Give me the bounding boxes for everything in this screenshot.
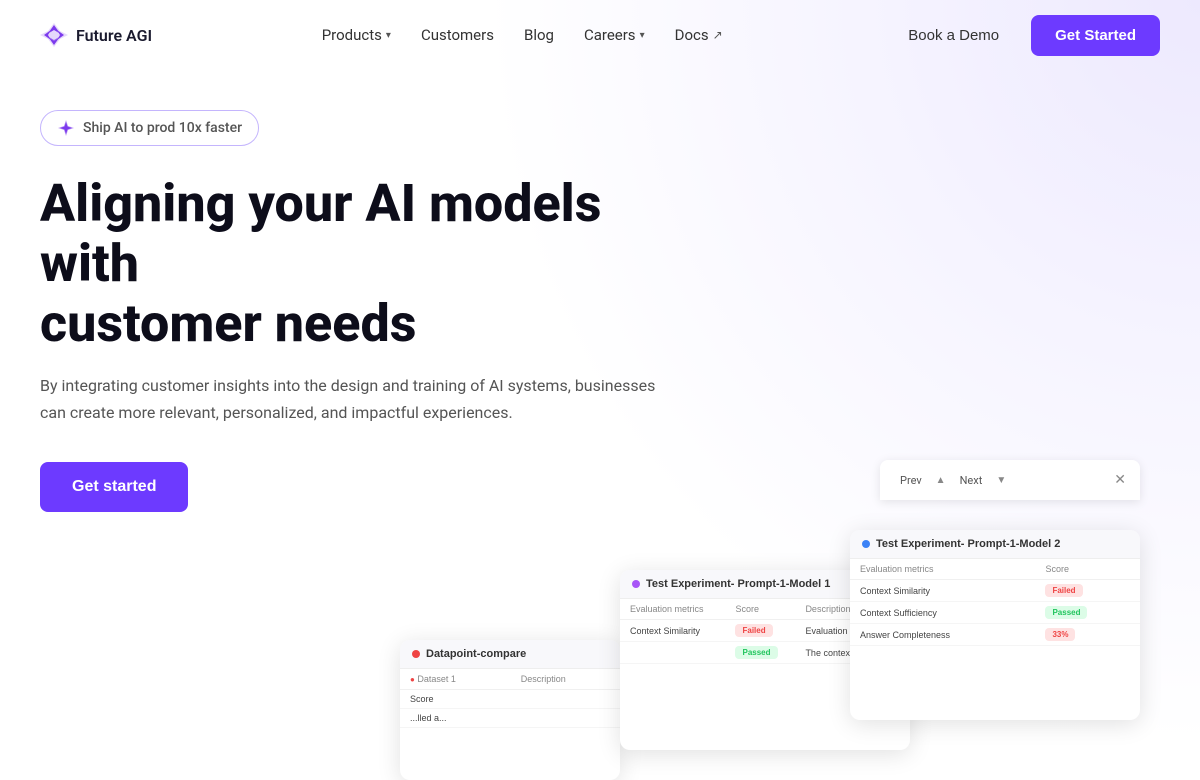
- failed-badge: Failed: [735, 624, 772, 637]
- table-row: Answer Completeness 33%: [850, 624, 1140, 646]
- nav-actions: Book a Demo Get Started: [892, 15, 1160, 56]
- card-3-score-2: Passed: [1035, 602, 1140, 624]
- card-3-col-score: Score: [1035, 559, 1140, 580]
- card-1-dot: [412, 650, 420, 658]
- card-3-metric-1: Context Similarity: [850, 580, 1035, 602]
- logo[interactable]: Future AGI: [40, 21, 152, 49]
- nav-item-careers[interactable]: Careers ▾: [572, 18, 657, 52]
- get-started-button-hero[interactable]: Get started: [40, 462, 188, 512]
- model2-card: Test Experiment- Prompt-1-Model 2 Evalua…: [850, 530, 1140, 720]
- card-2-metric-1: Context Similarity: [620, 620, 725, 642]
- table-row: Score: [400, 690, 620, 709]
- logo-text: Future AGI: [76, 26, 152, 45]
- card-1-col-dataset: ● Dataset 1: [400, 669, 511, 690]
- table-row: ...lled a...: [400, 709, 620, 728]
- failed-badge-1: Failed: [1045, 584, 1082, 597]
- passed-badge: Passed: [735, 646, 777, 659]
- careers-chevron-icon: ▾: [640, 30, 645, 41]
- nav-item-blog[interactable]: Blog: [512, 18, 566, 52]
- nav-item-products[interactable]: Products ▾: [310, 18, 403, 52]
- card-3-metric-3: Answer Completeness: [850, 624, 1035, 646]
- nav-item-docs[interactable]: Docs ↗: [663, 18, 735, 52]
- card-1-title: Datapoint-compare: [426, 648, 526, 660]
- docs-external-icon: ↗: [713, 28, 723, 42]
- card-2-col-metrics: Evaluation metrics: [620, 599, 725, 620]
- hero-title: Aligning your AI models with customer ne…: [40, 174, 660, 353]
- hero-badge-text: Ship AI to prod 10x faster: [83, 120, 242, 136]
- logo-icon: [40, 21, 68, 49]
- hero-section: Ship AI to prod 10x faster Aligning your…: [0, 70, 1200, 512]
- card-2-col-score: Score: [725, 599, 795, 620]
- card-1-row1: [511, 690, 620, 709]
- card-1-row-desc: ...lled a...: [400, 709, 511, 728]
- passed-badge-1: Passed: [1045, 606, 1087, 619]
- datapoint-compare-card: Datapoint-compare ● Dataset 1 Descriptio…: [400, 640, 620, 780]
- card-3-score-1: Failed: [1035, 580, 1140, 602]
- card-2-title: Test Experiment- Prompt-1-Model 1: [646, 578, 830, 590]
- nav-links: Products ▾ Customers Blog Careers ▾ Docs…: [310, 18, 735, 52]
- card-3-dot: [862, 540, 870, 548]
- card-2-score-1: Failed: [725, 620, 795, 642]
- card-3-title: Test Experiment- Prompt-1-Model 2: [876, 538, 1060, 550]
- table-row: Context Sufficiency Passed: [850, 602, 1140, 624]
- score-33: 33%: [1045, 628, 1075, 641]
- table-row: Context Similarity Failed: [850, 580, 1140, 602]
- card-1-row-empty: [511, 709, 620, 728]
- card-1-col-desc: Description: [511, 669, 620, 690]
- card-3-score-3: 33%: [1035, 624, 1140, 646]
- card-1-header: Datapoint-compare: [400, 640, 620, 669]
- card-2-score-2: Passed: [725, 642, 795, 664]
- card-3-col-metrics: Evaluation metrics: [850, 559, 1035, 580]
- sparkle-icon: [57, 119, 75, 137]
- hero-subtitle: By integrating customer insights into th…: [40, 373, 660, 426]
- products-chevron-icon: ▾: [386, 30, 391, 41]
- card-2-dot: [632, 580, 640, 588]
- navbar: Future AGI Products ▾ Customers Blog Car…: [0, 0, 1200, 70]
- card-3-metric-2: Context Sufficiency: [850, 602, 1035, 624]
- book-demo-button[interactable]: Book a Demo: [892, 19, 1015, 52]
- hero-badge: Ship AI to prod 10x faster: [40, 110, 259, 146]
- card-1-table: ● Dataset 1 Description Score ...lled a.…: [400, 669, 620, 728]
- card-3-header: Test Experiment- Prompt-1-Model 2: [850, 530, 1140, 559]
- nav-item-customers[interactable]: Customers: [409, 18, 506, 52]
- get-started-button-nav[interactable]: Get Started: [1031, 15, 1160, 56]
- card-1-score-label: Score: [400, 690, 511, 709]
- card-3-table: Evaluation metrics Score Context Similar…: [850, 559, 1140, 646]
- card-2-metric-2: [620, 642, 725, 664]
